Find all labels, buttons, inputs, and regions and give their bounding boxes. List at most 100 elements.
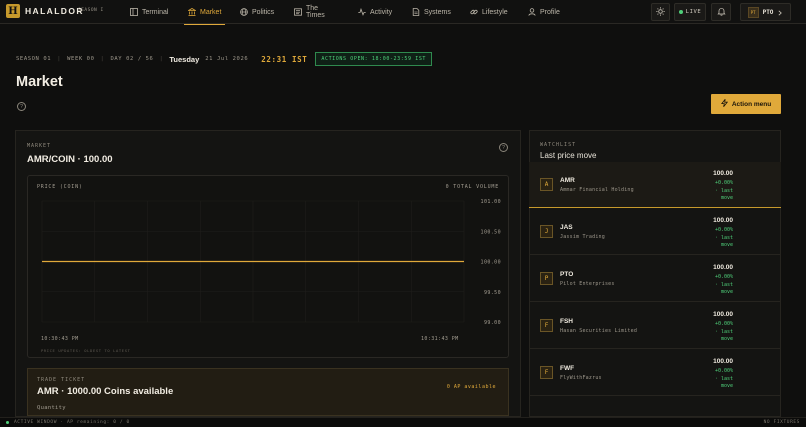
sun-icon xyxy=(656,3,665,21)
logo[interactable]: H xyxy=(6,4,20,18)
status-dot-icon xyxy=(6,421,9,424)
chevron-right-icon xyxy=(777,3,783,21)
link-icon xyxy=(470,8,478,16)
watchlist-item-fwf[interactable]: F FWF FlyWithFazrus 100.00 +0.00% · last m… xyxy=(529,350,781,396)
nav-the-times[interactable]: The Times xyxy=(294,0,325,24)
user-menu-button[interactable]: PT PTO xyxy=(740,3,791,21)
market-pair-title: AMR/COIN · 100.00 xyxy=(27,154,113,165)
nav-profile[interactable]: Profile xyxy=(528,0,560,24)
ticker-change: +0.00% · last move xyxy=(693,321,733,344)
change-note: move xyxy=(720,336,733,342)
nav-activity[interactable]: Activity xyxy=(358,0,392,24)
status-footer: ACTIVE WINDOW · AP remaining: 0 / 0 NO F… xyxy=(0,417,806,427)
theme-toggle-button[interactable] xyxy=(651,3,670,21)
ticker-badge: J xyxy=(540,225,553,238)
change-note: move xyxy=(720,289,733,295)
season-stats-bar: SEASON 01 | WEEK 00 | DAY 02 / 56 | Tues… xyxy=(16,52,433,66)
trade-ticket: TRADE TICKET AMR · 1000.00 Coins availab… xyxy=(27,368,509,416)
company-name: Pilot Enterprises xyxy=(560,281,615,287)
notifications-button[interactable] xyxy=(711,3,731,21)
watchlist-label: WATCHLIST xyxy=(540,142,577,148)
day-name: Tuesday xyxy=(169,54,200,64)
brand-name: HALALDOR xyxy=(25,6,84,16)
ticker-change: +0.00% · last move xyxy=(693,227,733,250)
ticket-label: TRADE TICKET xyxy=(37,377,86,383)
nav-lifestyle[interactable]: Lifestyle xyxy=(470,0,508,24)
watchlist-item-pto[interactable]: P PTO Pilot Enterprises 100.00 +0.00% · l… xyxy=(529,256,781,302)
change-note: · last xyxy=(714,234,733,241)
bank-icon xyxy=(188,8,196,16)
watchlist-item-amr[interactable]: A AMR Ammar Financial Holding 100.00 +0.… xyxy=(529,162,781,208)
price-chart-svg: 101.00 100.50 100.00 99.50 99.00 xyxy=(41,199,501,326)
footer-left-text: ACTIVE WINDOW · AP remaining: 0 / 0 xyxy=(14,420,130,425)
nav-label: Systems xyxy=(424,8,451,16)
ticker-badge: A xyxy=(540,178,553,191)
ticker-price: 100.00 xyxy=(713,311,733,318)
user-code: PTO xyxy=(762,8,774,16)
ticker-symbol: FSH xyxy=(560,318,573,325)
change-pct: +0.00% xyxy=(714,180,733,186)
nav-systems[interactable]: Systems xyxy=(412,0,451,24)
price-updates-note: PRICE UPDATES: OLDEST TO LATEST xyxy=(41,348,131,353)
nav-market[interactable]: Market xyxy=(183,0,226,25)
watchlist-item-jas[interactable]: J JAS Jassim Trading 100.00 +0.00% · last… xyxy=(529,209,781,255)
change-note: move xyxy=(720,383,733,389)
terminal-icon xyxy=(130,8,138,16)
ticker-change: +0.00% · last move xyxy=(693,180,733,203)
change-pct: +0.00% xyxy=(714,227,733,233)
ticker-badge: F xyxy=(540,319,553,332)
watchlist-item-fsh[interactable]: F FSH Hasan Securities Limited 100.00 +0… xyxy=(529,303,781,349)
chart-x-tick-1: 10:31:43 PM xyxy=(421,336,459,342)
newspaper-icon xyxy=(294,8,302,16)
company-name: Jassim Trading xyxy=(560,234,605,240)
price-chart: PRICE (COIN) 0 TOTAL VOLUME 101.00 100.50… xyxy=(27,175,509,358)
nav-politics[interactable]: Politics xyxy=(240,0,274,24)
bolt-icon xyxy=(720,99,728,109)
ticker-price: 100.00 xyxy=(713,217,733,224)
market-help-icon[interactable]: ? xyxy=(499,143,508,152)
change-note: · last xyxy=(714,375,733,382)
chart-y-tick: 101.00 xyxy=(481,199,501,205)
live-status: LIVE xyxy=(674,3,706,21)
company-name: Hasan Securities Limited xyxy=(560,328,638,334)
chart-x-tick-0: 10:30:43 PM xyxy=(41,336,79,342)
nav-label: The Times xyxy=(306,5,325,19)
top-nav-bar: H HALALDOR SEASON I Terminal Market Poli… xyxy=(0,0,806,25)
watchlist-subtitle: Last price move xyxy=(540,151,597,160)
help-icon[interactable]: ? xyxy=(17,102,26,111)
nav-terminal[interactable]: Terminal xyxy=(130,0,168,24)
nav-label: Terminal xyxy=(142,8,169,16)
avatar: PT xyxy=(747,6,759,18)
date-label: 21 Jul 2026 xyxy=(205,56,249,62)
company-name: FlyWithFazrus xyxy=(560,375,602,381)
live-label: LIVE xyxy=(685,9,702,15)
quantity-label: Quantity xyxy=(37,405,66,411)
nav-label: Activity xyxy=(370,8,393,16)
season-label: SEASON 01 xyxy=(16,56,52,62)
ticker-change: +0.00% · last move xyxy=(693,368,733,391)
season-tag: SEASON I xyxy=(78,8,104,13)
change-note: · last xyxy=(714,187,733,194)
ticker-badge: P xyxy=(540,272,553,285)
nav-label: Lifestyle xyxy=(482,8,508,16)
chart-y-tick: 100.00 xyxy=(481,260,501,266)
ticker-symbol: PTO xyxy=(560,271,574,278)
ticker-change: +0.00% · last move xyxy=(693,274,733,297)
action-menu-button[interactable]: Action menu xyxy=(711,94,781,114)
chart-y-tick: 99.50 xyxy=(484,290,501,296)
day-label: DAY 02 / 56 xyxy=(110,56,154,62)
document-icon xyxy=(412,8,420,16)
ticker-price: 100.00 xyxy=(713,170,733,177)
globe-icon xyxy=(240,8,248,16)
ticker-price: 100.00 xyxy=(713,358,733,365)
ticker-symbol: JAS xyxy=(560,224,573,231)
change-pct: +0.00% xyxy=(714,274,733,280)
actions-open-badge: ACTIONS OPEN: 18:00-23:59 IST xyxy=(315,52,433,66)
ticker-symbol: AMR xyxy=(560,177,575,184)
ticker-symbol: FWF xyxy=(560,365,575,372)
nav-label: Profile xyxy=(540,8,560,16)
user-icon xyxy=(528,8,536,16)
ap-available: 0 AP available xyxy=(446,384,496,390)
chart-y-tick: 100.50 xyxy=(481,229,501,235)
ticker-price: 100.00 xyxy=(713,264,733,271)
